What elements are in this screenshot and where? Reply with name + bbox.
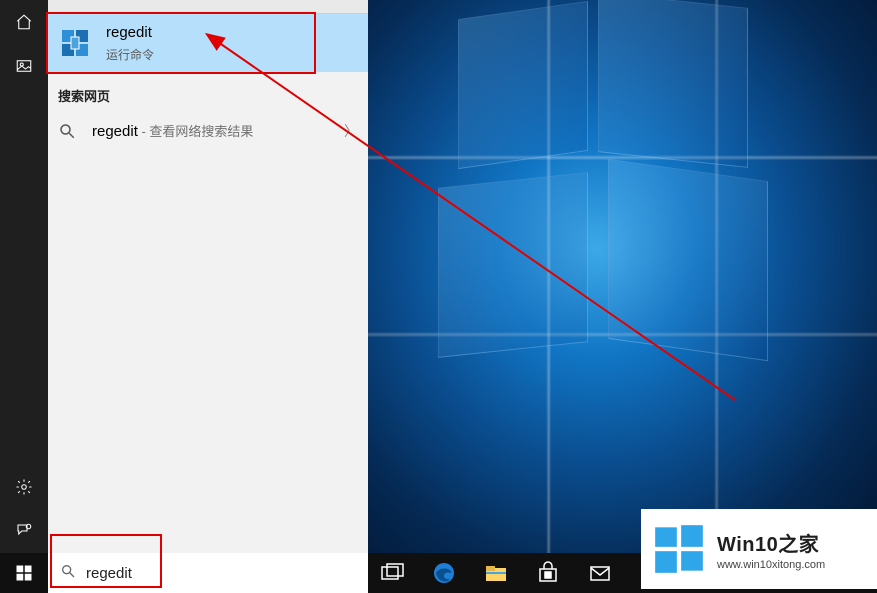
edge-browser-icon[interactable] xyxy=(432,561,456,585)
taskbar-search-box[interactable] xyxy=(48,553,368,593)
desktop-wallpaper xyxy=(368,0,877,553)
search-icon xyxy=(60,563,76,584)
best-match-header xyxy=(48,0,368,14)
search-input[interactable] xyxy=(86,565,356,582)
watermark-brand-en: Win10 xyxy=(717,534,778,556)
regedit-app-icon xyxy=(58,26,92,60)
web-section-label: 搜索网页 xyxy=(48,72,368,111)
best-match-result[interactable]: regedit 运行命令 xyxy=(48,14,368,72)
mail-icon[interactable] xyxy=(588,561,612,585)
settings-gear-icon[interactable] xyxy=(0,465,48,509)
best-match-subtitle: 运行命令 xyxy=(106,46,154,63)
watermark-brand-zh: 之家 xyxy=(778,534,819,556)
chevron-right-icon: 〉 xyxy=(344,121,358,141)
search-side-rail xyxy=(0,0,48,553)
taskbar-pinned-apps xyxy=(374,561,612,585)
search-results-panel: regedit 运行命令 搜索网页 regedit - 查看网络搜索结果 〉 xyxy=(48,0,368,553)
web-search-result[interactable]: regedit - 查看网络搜索结果 〉 xyxy=(48,111,368,151)
search-icon xyxy=(58,122,76,140)
best-match-title: regedit xyxy=(106,24,154,42)
task-view-icon[interactable] xyxy=(380,561,404,585)
watermark-banner: Win10之家 www.win10xitong.com xyxy=(641,509,877,589)
feedback-icon[interactable] xyxy=(0,509,48,553)
store-icon[interactable] xyxy=(536,561,560,585)
watermark-logo-icon xyxy=(653,523,705,575)
web-result-suffix: - 查看网络搜索结果 xyxy=(138,124,254,139)
file-explorer-icon[interactable] xyxy=(484,561,508,585)
start-button[interactable] xyxy=(0,553,48,593)
picture-icon[interactable] xyxy=(0,44,48,88)
home-icon[interactable] xyxy=(0,0,48,44)
web-result-term: regedit xyxy=(92,123,138,140)
watermark-url: www.win10xitong.com xyxy=(717,559,825,571)
